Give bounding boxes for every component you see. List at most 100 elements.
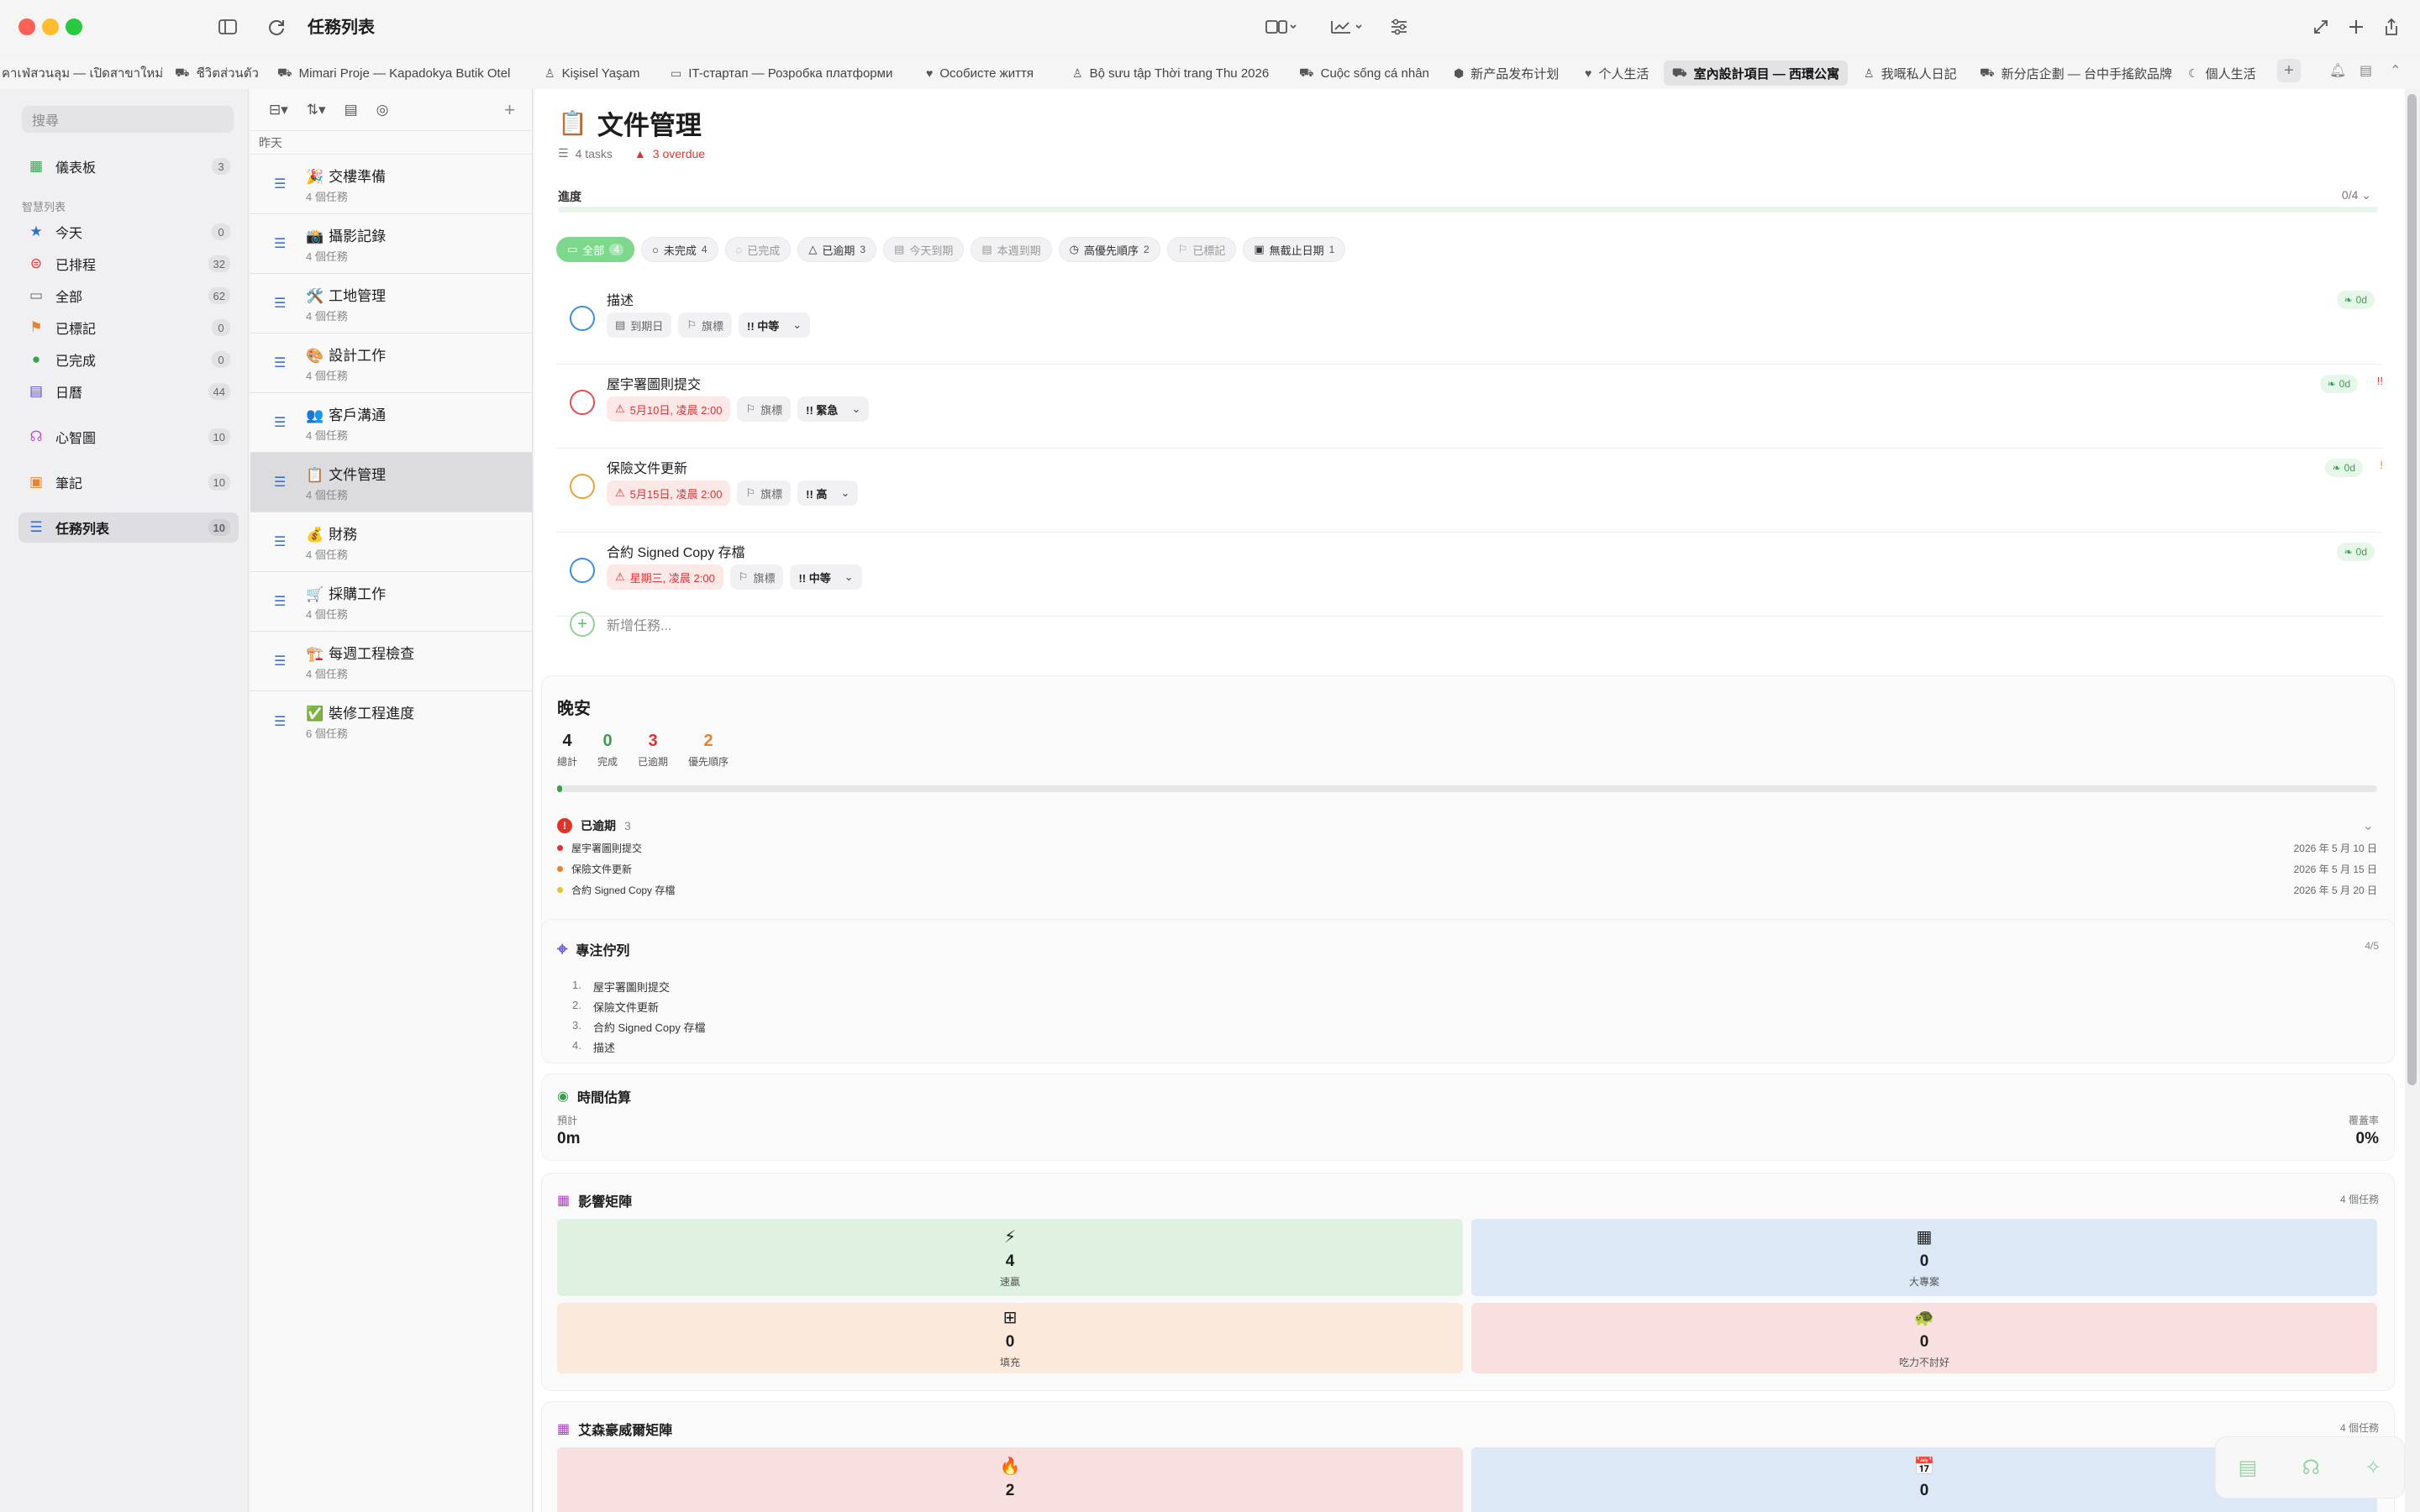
task-name[interactable]: 合約 Signed Copy 存檔 — [607, 541, 745, 561]
sidebar-item-notes[interactable]: ▣ 筆記 10 — [18, 467, 239, 497]
filter-chip-no-due-date[interactable]: ▣ 無截止日期 1 — [1243, 237, 1346, 262]
tab-item[interactable]: ⛟ Mimari Proje — Kapadokya Butik Otel — [277, 60, 510, 86]
list-item[interactable]: ☰ 🛒 採購工作 4 個任務 — [250, 572, 532, 632]
priority-select[interactable]: !! 中等 ⌄ — [790, 564, 862, 590]
sidebar-item-scheduled[interactable]: ⊜ 已排程 32 — [18, 249, 239, 279]
list-item[interactable]: ☰ 👥 客戶溝通 4 個任務 — [250, 393, 532, 453]
task-name[interactable]: 屋宇署圖則提交 — [607, 373, 701, 393]
check-filter-icon[interactable]: ◎ — [376, 102, 389, 118]
due-date-tag[interactable]: ⚠ 5月15日, 凌晨 2:00 — [607, 480, 731, 506]
filter-chip-completed[interactable]: ◌ 已完成 — [724, 237, 792, 262]
filter-chip-incomplete[interactable]: ○ 未完成 4 — [641, 237, 718, 262]
sidebar-item-all[interactable]: ▭ 全部 62 — [18, 281, 239, 311]
matrix-cell-fill-ins[interactable]: ⊞ 0 填充 — [557, 1303, 1463, 1373]
task-checkbox[interactable] — [570, 390, 595, 415]
task-row[interactable]: 合約 Signed Copy 存檔 ⚠ 星期三, 凌晨 2:00 ⚐ 旗標 !! 中… — [556, 533, 2383, 617]
tab-item[interactable]: ♙ 我嘅私人日記 — [1864, 60, 1957, 86]
task-checkbox[interactable] — [570, 558, 595, 583]
focus-item[interactable]: 3. 合約 Signed Copy 存檔 — [572, 1019, 706, 1035]
sync-icon[interactable] — [264, 12, 289, 42]
flag-tag[interactable]: ⚐ 旗標 — [678, 312, 732, 338]
search-input[interactable]: 搜尋 — [22, 106, 234, 133]
tab-item[interactable]: ⛟ 新分店企劃 — 台中手搖飲品牌 — [1980, 60, 2172, 86]
focus-item[interactable]: 2. 保險文件更新 — [572, 999, 659, 1015]
tab-item[interactable]: ♥ 个人生活 — [1585, 60, 1649, 86]
tab-item[interactable]: ⬢ 新产品发布计划 — [1454, 60, 1559, 86]
overdue-item[interactable]: 保險文件更新 2026 年 5 月 15 日 — [557, 858, 2377, 879]
add-list-icon[interactable]: + — [504, 99, 515, 121]
tab-item[interactable]: ♙ Kişisel Yaşam — [544, 60, 639, 86]
filter-chip-high-priority[interactable]: ◷ 高優先順序 2 — [1058, 237, 1160, 262]
focus-item[interactable]: 4. 描述 — [572, 1039, 615, 1055]
flag-tag[interactable]: ⚐ 旗標 — [729, 564, 784, 590]
list-item[interactable]: ☰ ✅ 裝修工程進度 6 個任務 — [250, 691, 532, 751]
tab-item[interactable]: ♥ Особисте життя — [926, 60, 1034, 86]
tab-item[interactable]: ☾ 個人生活 — [2188, 60, 2256, 86]
sidebar-item-dashboard[interactable]: ▦ 儀表板 3 — [18, 151, 239, 181]
list-item[interactable]: ☰ 🎉 交樓準備 4 個任務 — [250, 155, 532, 214]
matrix-cell-big-projects[interactable]: ▦ 0 大專案 — [1471, 1219, 2377, 1296]
filter-chip-due-today[interactable]: ▤ 今天到期 — [883, 237, 965, 262]
progress-value[interactable]: 0/4 ⌄ — [2342, 188, 2371, 202]
tab-item[interactable]: ⛟ ชีวิตส่วนตัว — [175, 60, 259, 86]
due-date-tag[interactable]: ⚠ 5月10日, 凌晨 2:00 — [607, 396, 731, 422]
zoom-window-button[interactable] — [66, 18, 82, 35]
collapse-tabs-icon[interactable]: ⌃ — [2390, 62, 2401, 79]
tab-item[interactable]: ▭ IT-стартап — Розробка платформи — [671, 60, 892, 86]
priority-select[interactable]: !! 高 ⌄ — [797, 480, 859, 506]
focus-item[interactable]: 1. 屋宇署圖則提交 — [572, 979, 670, 995]
brain-icon[interactable]: ☊ — [2302, 1456, 2320, 1480]
tab-item[interactable]: คาเฟ่สวนลุม — เปิดสาขาใหม่ — [2, 60, 163, 86]
task-checkbox[interactable] — [570, 474, 595, 499]
task-checkbox[interactable] — [570, 306, 595, 331]
add-task-button[interactable]: + 新增任務... — [556, 612, 671, 637]
tab-item-active[interactable]: ⛟ 室內設計項目 — 西環公寓 — [1664, 60, 1848, 86]
minimize-window-button[interactable] — [42, 18, 59, 35]
sidebar-item-mindmap[interactable]: ☊ 心智圖 10 — [18, 422, 239, 452]
sidebar-item-flagged[interactable]: ⚑ 已標記 0 — [18, 312, 239, 343]
group-icon[interactable]: ▤ — [345, 102, 358, 118]
overdue-section-header[interactable]: ! 已逾期 3 — [557, 817, 631, 834]
close-window-button[interactable] — [18, 18, 35, 35]
due-date-tag[interactable]: ▤ 到期日 — [607, 312, 672, 338]
sort-icon[interactable]: ⇅▾ — [307, 102, 326, 118]
sidebar-item-today[interactable]: ★ 今天 0 — [18, 217, 239, 247]
list-item[interactable]: ☰ 📸 攝影記錄 4 個任務 — [250, 214, 532, 274]
expand-icon[interactable] — [2309, 12, 2333, 42]
priority-select[interactable]: !! 緊急 ⌄ — [797, 396, 870, 422]
task-row[interactable]: 屋宇署圖則提交 ⚠ 5月10日, 凌晨 2:00 ⚐ 旗標 !! 緊急 ⌄ ❧ 0d !… — [556, 365, 2383, 449]
matrix-cell-quick-wins[interactable]: ⚡ 4 速贏 — [557, 1219, 1463, 1296]
sidebar-item-completed[interactable]: ● 已完成 0 — [18, 344, 239, 375]
bell-icon[interactable]: 🔔︎ — [2329, 62, 2346, 79]
tab-item[interactable]: ♙ Bộ sưu tập Thời trang Thu 2026 — [1072, 60, 1269, 86]
task-row[interactable]: 描述 ▤ 到期日 ⚐ 旗標 !! 中等 ⌄ ❧ 0d — [556, 281, 2383, 365]
scrollbar-thumb[interactable] — [2407, 94, 2417, 1085]
overdue-item[interactable]: 屋宇署圖則提交 2026 年 5 月 10 日 — [557, 837, 2377, 858]
filter-chip-flagged[interactable]: ⚐ 已標記 — [1166, 237, 1237, 262]
matrix-cell-thankless[interactable]: 🐢 0 吃力不討好 — [1471, 1303, 2377, 1373]
overdue-item[interactable]: 合約 Signed Copy 存檔 2026 年 5 月 20 日 — [557, 879, 2377, 900]
flag-tag[interactable]: ⚐ 旗標 — [737, 396, 792, 422]
priority-select[interactable]: !! 中等 ⌄ — [738, 312, 811, 338]
new-tab-button[interactable]: + — [2277, 59, 2301, 82]
tab-item[interactable]: ⛟ Cuộc sống cá nhân — [1299, 60, 1429, 86]
filter-chip-all[interactable]: ▭ 全部 4 — [556, 237, 634, 262]
filter-settings-icon[interactable] — [1386, 12, 1412, 42]
matrix-cell-urgent-important[interactable]: 🔥 2 — [557, 1447, 1463, 1512]
task-name[interactable]: 描述 — [607, 289, 634, 309]
filter-chip-due-week[interactable]: ▤ 本週到期 — [971, 237, 1052, 262]
flag-tag[interactable]: ⚐ 旗標 — [737, 480, 792, 506]
chevron-down-icon[interactable]: ⌄ — [2363, 817, 2374, 834]
due-date-tag[interactable]: ⚠ 星期三, 凌晨 2:00 — [607, 564, 723, 590]
sidebar-item-calendar[interactable]: ▤ 日曆 44 — [18, 376, 239, 407]
panel-icon[interactable]: ▤ — [2360, 62, 2372, 79]
chart-menu-icon[interactable] — [1326, 12, 1368, 42]
list-item[interactable]: ☰ 🎨 設計工作 4 個任務 — [250, 333, 532, 393]
filter-chip-overdue[interactable]: △ 已逾期 3 — [797, 237, 877, 262]
list-item[interactable]: ☰ 🛠️ 工地管理 4 個任務 — [250, 274, 532, 333]
task-name[interactable]: 保險文件更新 — [607, 457, 687, 477]
list-item[interactable]: ☰ 🏗️ 每週工程檢查 4 個任務 — [250, 632, 532, 691]
magic-wand-icon[interactable]: ✧ — [2365, 1456, 2381, 1480]
list-item-selected[interactable]: ☰ 📋 文件管理 4 個任務 — [250, 453, 532, 512]
inbox-filter-icon[interactable]: ⊟▾ — [269, 102, 288, 118]
